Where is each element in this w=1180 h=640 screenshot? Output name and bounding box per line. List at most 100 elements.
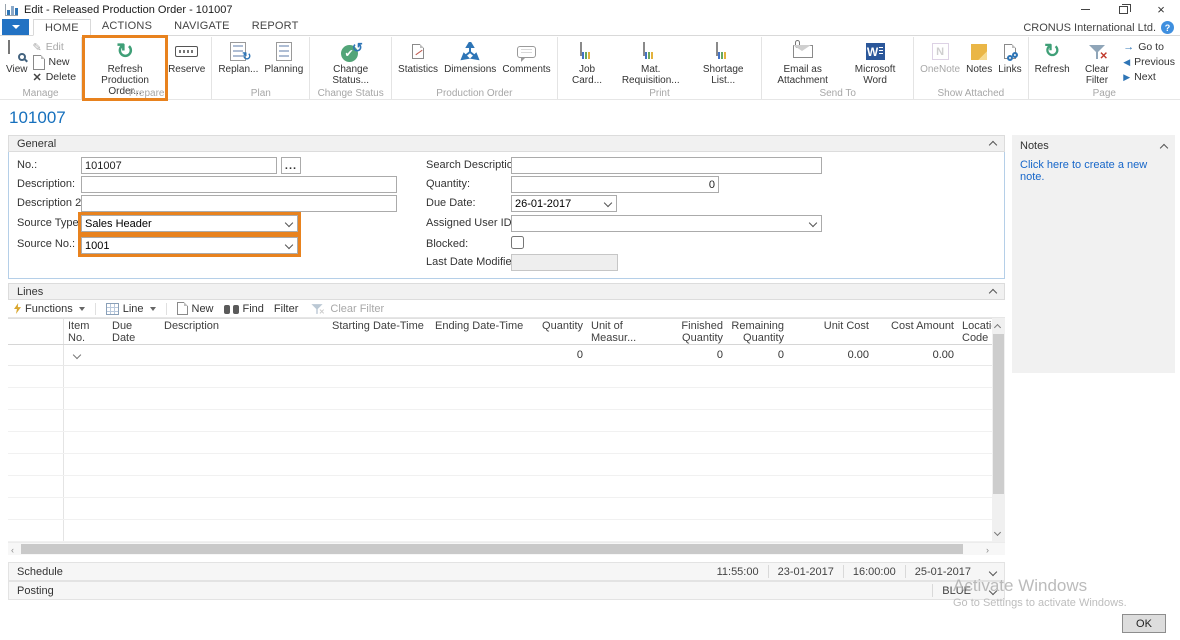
new-note-link[interactable]: Click here to create a new note. [1012, 155, 1175, 187]
horizontal-scrollbar[interactable]: ‹ › [8, 542, 1005, 555]
email-as-attachment-button[interactable]: Email as Attachment [765, 38, 840, 87]
chevron-down-icon[interactable] [73, 351, 81, 359]
delete-button[interactable]: ✕Delete [31, 70, 79, 84]
quantity-input[interactable] [511, 176, 719, 193]
scrollbar-thumb[interactable] [21, 544, 963, 554]
edit-button[interactable]: ✎Edit [31, 40, 79, 54]
tab-home[interactable]: HOME [33, 19, 91, 36]
general-section-header[interactable]: General [8, 135, 1005, 152]
statistics-button[interactable]: Statistics [395, 38, 441, 76]
item-no-cell[interactable] [64, 349, 108, 361]
blocked-checkbox[interactable] [511, 236, 524, 249]
next-button[interactable]: ▶Next [1121, 70, 1177, 84]
minimize-button[interactable] [1066, 0, 1104, 19]
chevron-down-icon[interactable] [604, 199, 612, 207]
col-description[interactable]: Description [160, 319, 328, 344]
mat-requisition-button[interactable]: Mat. Requisition... [613, 38, 688, 87]
toolbar-separator [166, 303, 167, 315]
restore-button[interactable] [1104, 0, 1142, 19]
collapse-icon[interactable] [989, 289, 997, 297]
view-button[interactable]: View [3, 38, 31, 76]
chevron-down-icon[interactable] [285, 219, 293, 227]
assist-edit-button[interactable]: ... [281, 157, 301, 174]
search-description-input[interactable] [511, 157, 822, 174]
filter-button[interactable]: Filter [274, 303, 298, 315]
table-row[interactable]: 0 0 0 0.00 0.00 [8, 345, 992, 366]
shortage-list-button[interactable]: Shortage List... [688, 38, 758, 87]
col-finished-quantity[interactable]: Finished Quantity [665, 319, 727, 344]
col-ending-date-time[interactable]: Ending Date-Time [431, 319, 530, 344]
col-unit-cost[interactable]: Unit Cost [788, 319, 873, 344]
change-status-button[interactable]: ✔↻ Change Status... [313, 38, 388, 87]
new-button[interactable]: New [31, 55, 79, 69]
application-menu-button[interactable] [2, 19, 29, 35]
vertical-scrollbar[interactable] [992, 318, 1005, 542]
goto-button[interactable]: →Go to [1121, 40, 1177, 54]
source-type-input[interactable] [82, 216, 281, 231]
finished-quantity-cell[interactable]: 0 [665, 349, 727, 361]
col-remaining-quantity[interactable]: Remaining Quantity [727, 319, 788, 344]
line-menu-button[interactable]: Line [106, 303, 156, 315]
clear-filter-line-button[interactable]: ✕Clear Filter [308, 301, 384, 317]
schedule-fasttab[interactable]: Schedule 11:55:00 23-01-2017 16:00:00 25… [8, 562, 1005, 581]
find-button[interactable]: Find [224, 303, 264, 315]
unit-cost-cell[interactable]: 0.00 [788, 349, 873, 361]
tab-actions[interactable]: ACTIONS [91, 18, 163, 35]
collapse-icon[interactable] [1160, 143, 1168, 151]
source-no-combo[interactable] [81, 237, 298, 254]
expand-icon[interactable] [989, 586, 997, 594]
col-due-date[interactable]: Due Date [108, 319, 160, 344]
scrollbar-thumb[interactable] [993, 334, 1004, 494]
onenote-button[interactable]: N OneNote [917, 38, 963, 76]
comments-button[interactable]: Comments [499, 38, 553, 76]
dimensions-button[interactable]: Dimensions [441, 38, 499, 76]
collapse-icon[interactable] [989, 141, 997, 149]
lines-section-header[interactable]: Lines [8, 283, 1005, 300]
scroll-right-icon[interactable]: › [986, 545, 989, 555]
help-icon[interactable]: ? [1161, 21, 1174, 34]
description-input[interactable] [81, 176, 397, 193]
microsoft-word-button[interactable]: W Microsoft Word [840, 38, 910, 87]
tab-navigate[interactable]: NAVIGATE [163, 18, 241, 35]
due-date-combo[interactable] [511, 195, 617, 212]
ok-button[interactable]: OK [1122, 614, 1166, 633]
scroll-up-icon[interactable] [994, 324, 1001, 331]
notes-button[interactable]: Notes [963, 38, 995, 76]
col-starting-date-time[interactable]: Starting Date-Time [328, 319, 431, 344]
quantity-cell[interactable]: 0 [530, 349, 587, 361]
expand-icon[interactable] [989, 567, 997, 575]
close-button[interactable]: × [1142, 0, 1180, 19]
functions-menu-button[interactable]: Functions [14, 303, 85, 315]
col-cost-amount[interactable]: Cost Amount [873, 319, 958, 344]
remaining-quantity-cell[interactable]: 0 [727, 349, 788, 361]
tab-report[interactable]: REPORT [241, 18, 310, 35]
source-no-input[interactable] [82, 238, 281, 253]
source-type-combo[interactable] [81, 215, 298, 232]
chevron-down-icon[interactable] [285, 241, 293, 249]
no-input[interactable] [81, 157, 277, 174]
new-line-button[interactable]: New [177, 302, 214, 315]
planning-button[interactable]: Planning [261, 38, 306, 76]
cost-amount-cell[interactable]: 0.00 [873, 349, 958, 361]
caret-down-icon [79, 307, 85, 311]
links-button[interactable]: Links [995, 38, 1024, 76]
previous-button[interactable]: ◀Previous [1121, 55, 1177, 69]
col-unit-of-measure[interactable]: Unit of Measur... [587, 319, 665, 344]
col-location-code[interactable]: Location Code [958, 319, 992, 344]
col-quantity[interactable]: Quantity [530, 319, 587, 344]
chevron-down-icon[interactable] [809, 219, 817, 227]
assigned-user-input[interactable] [512, 216, 805, 231]
description2-input[interactable] [81, 195, 397, 212]
refresh-button[interactable]: ↻ Refresh [1032, 38, 1073, 76]
scroll-down-icon[interactable] [994, 529, 1001, 536]
assigned-user-combo[interactable] [511, 215, 822, 232]
clear-filter-button[interactable]: ✕ Clear Filter [1073, 38, 1122, 87]
col-item-no[interactable]: Item No. [64, 319, 108, 344]
replan-button[interactable]: ↻ Replan... [215, 38, 261, 76]
scroll-left-icon[interactable]: ‹ [11, 545, 14, 555]
job-card-button[interactable]: Job Card... [561, 38, 614, 87]
posting-fasttab[interactable]: Posting BLUE [8, 581, 1005, 600]
window-controls: × [1066, 0, 1180, 19]
reserve-button[interactable]: Reserve [165, 38, 208, 76]
due-date-input[interactable] [512, 196, 600, 211]
